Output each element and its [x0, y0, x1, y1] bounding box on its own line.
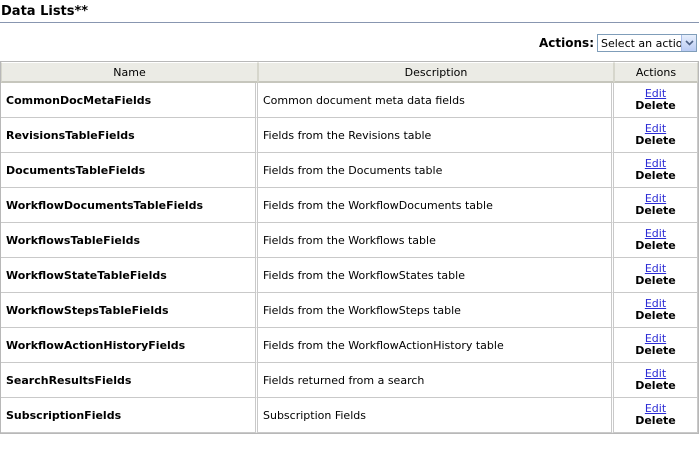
delete-link[interactable]: Delete: [614, 345, 697, 357]
data-lists-table: Name Description Actions CommonDocMetaFi…: [0, 61, 699, 434]
row-actions: Edit Delete: [614, 258, 698, 293]
table-header-row: Name Description Actions: [1, 62, 698, 83]
actions-label: Actions:: [539, 36, 594, 50]
row-description: Fields from the WorkflowStates table: [258, 258, 614, 293]
row-name: WorkflowStateTableFields: [1, 258, 258, 293]
column-header-description[interactable]: Description: [258, 62, 614, 83]
row-actions: Edit Delete: [614, 188, 698, 223]
column-header-name[interactable]: Name: [1, 62, 258, 83]
row-name: WorkflowStepsTableFields: [1, 293, 258, 328]
table-row: WorkflowsTableFields Fields from the Work…: [1, 223, 698, 258]
row-name: SubscriptionFields: [1, 398, 258, 433]
chevron-down-icon[interactable]: [681, 35, 696, 51]
row-actions: Edit Delete: [614, 118, 698, 153]
row-description: Subscription Fields: [258, 398, 614, 433]
row-description: Fields returned from a search: [258, 363, 614, 398]
delete-link[interactable]: Delete: [614, 310, 697, 322]
row-actions: Edit Delete: [614, 328, 698, 363]
delete-link[interactable]: Delete: [614, 240, 697, 252]
row-description: Fields from the Revisions table: [258, 118, 614, 153]
row-name: RevisionsTableFields: [1, 118, 258, 153]
table-row: WorkflowStepsTableFields Fields from the …: [1, 293, 698, 328]
action-select[interactable]: Select an action: [597, 34, 697, 52]
delete-link[interactable]: Delete: [614, 135, 697, 147]
title-bar: Data Lists**: [0, 0, 699, 23]
delete-link[interactable]: Delete: [614, 205, 697, 217]
row-actions: Edit Delete: [614, 223, 698, 258]
table-row: SearchResultsFields Fields returned from …: [1, 363, 698, 398]
table-row: WorkflowActionHistoryFields Fields from t…: [1, 328, 698, 363]
row-name: SearchResultsFields: [1, 363, 258, 398]
row-name: WorkflowDocumentsTableFields: [1, 188, 258, 223]
delete-link[interactable]: Delete: [614, 170, 697, 182]
table-row: CommonDocMetaFields Common document meta …: [1, 83, 698, 118]
table-row: SubscriptionFields Subscription Fields Edi…: [1, 398, 698, 433]
action-select-value: Select an action: [601, 37, 690, 50]
row-name: WorkflowActionHistoryFields: [1, 328, 258, 363]
row-actions: Edit Delete: [614, 363, 698, 398]
row-actions: Edit Delete: [614, 153, 698, 188]
delete-link[interactable]: Delete: [614, 415, 697, 427]
actions-bar: Actions: Select an action: [0, 34, 699, 54]
row-description: Fields from the Documents table: [258, 153, 614, 188]
row-description: Fields from the Workflows table: [258, 223, 614, 258]
delete-link[interactable]: Delete: [614, 380, 697, 392]
table-row: RevisionsTableFields Fields from the Revi…: [1, 118, 698, 153]
table-row: WorkflowStateTableFields Fields from the …: [1, 258, 698, 293]
row-description: Fields from the WorkflowDocuments table: [258, 188, 614, 223]
row-description: Common document meta data fields: [258, 83, 614, 118]
table-row: WorkflowDocumentsTableFields Fields from …: [1, 188, 698, 223]
delete-link[interactable]: Delete: [614, 275, 697, 287]
table-row: DocumentsTableFields Fields from the Docu…: [1, 153, 698, 188]
row-actions: Edit Delete: [614, 83, 698, 118]
row-name: CommonDocMetaFields: [1, 83, 258, 118]
column-header-actions: Actions: [614, 62, 698, 83]
delete-link[interactable]: Delete: [614, 100, 697, 112]
row-actions: Edit Delete: [614, 293, 698, 328]
row-name: DocumentsTableFields: [1, 153, 258, 188]
row-name: WorkflowsTableFields: [1, 223, 258, 258]
row-description: Fields from the WorkflowSteps table: [258, 293, 614, 328]
page-title: Data Lists**: [1, 4, 89, 19]
row-description: Fields from the WorkflowActionHistory ta…: [258, 328, 614, 363]
row-actions: Edit Delete: [614, 398, 698, 433]
